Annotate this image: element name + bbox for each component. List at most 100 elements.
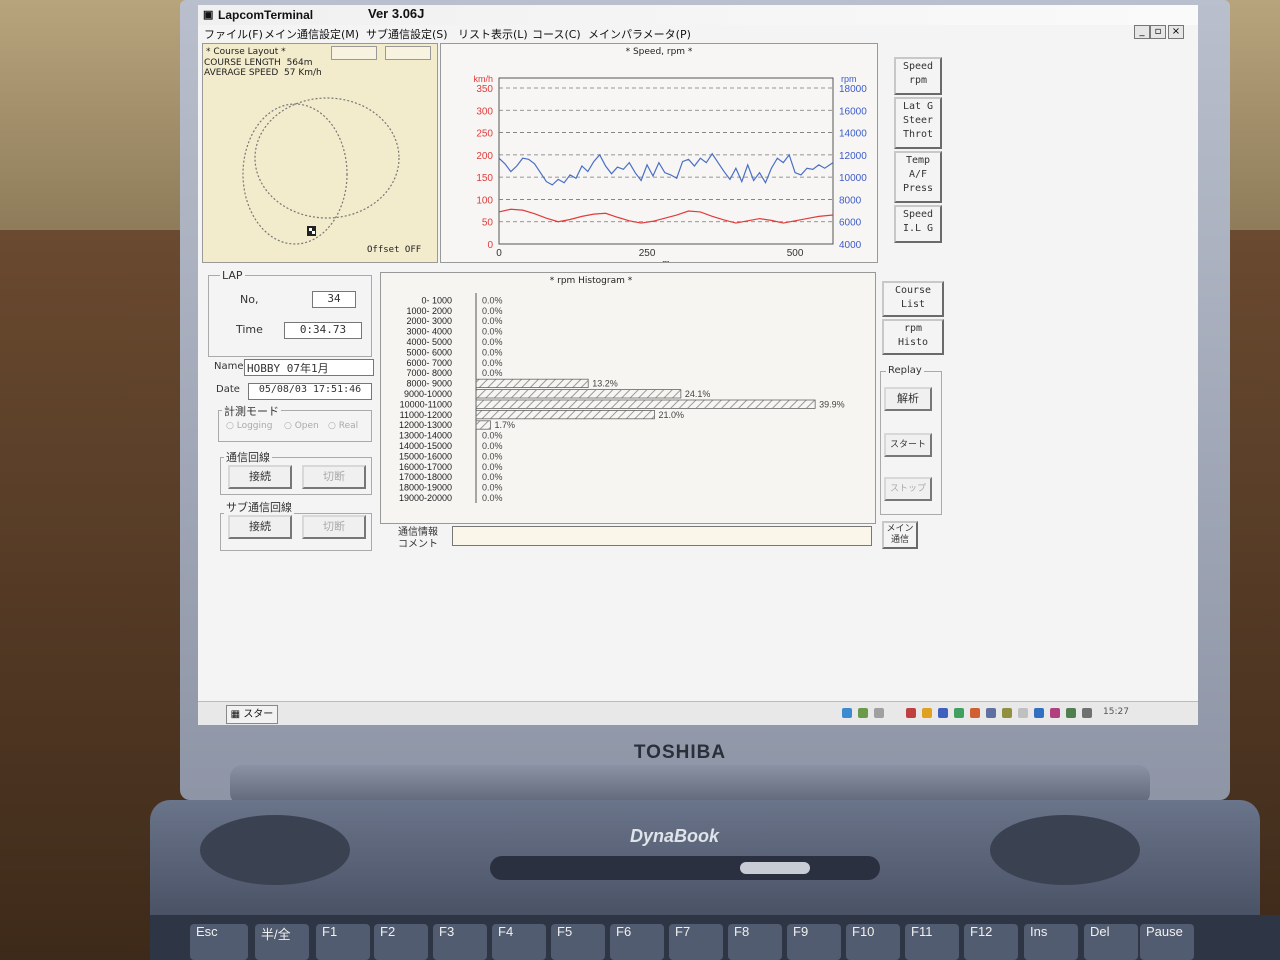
key-8[interactable]: F6 [610,924,664,960]
settings-tray-icon[interactable] [874,708,884,718]
replay-stop-button[interactable]: ストップ [884,477,932,501]
y-right-tick-label: 18000 [839,84,867,95]
close-button[interactable]: × [1168,25,1184,39]
hist-value-label: 0.0% [482,472,503,482]
key-7[interactable]: F5 [551,924,605,960]
hist-value-label: 0.0% [482,347,503,357]
key-9[interactable]: F7 [669,924,723,960]
replay-title: Replay [886,365,924,376]
hist-value-label: 0.0% [482,451,503,461]
rpm-histo-button[interactable]: rpm Histo [882,319,944,355]
menu-bar: ファイル(F) メイン通信設定(M) サブ通信設定(S) リスト表示(L) コー… [198,25,1138,41]
app-tray-icon[interactable] [858,708,868,718]
name-label: Name [214,361,244,372]
hist-category-label: 7000- 8000 [406,368,452,378]
speed-rpm-chart: 0 50 100 150 200 250 300 350 4000 6000 8000 10000 12… [473,74,867,262]
key-11[interactable]: F9 [787,924,841,960]
key-4[interactable]: F2 [374,924,428,960]
name-field[interactable]: HOBBY 07年1月 [244,359,374,376]
temp-af-press-button[interactable]: Temp A/F Press [894,151,942,203]
course-trace-inner [254,97,400,219]
y-right-axis-label: rpm [841,74,857,84]
y-right-tick-label: 14000 [839,129,867,140]
hist-value-label: 21.0% [659,410,685,420]
hist-value-label: 0.0% [482,462,503,472]
menu-main-params[interactable]: メインパラメータ(P) [588,26,691,42]
network-tray-icon[interactable] [842,708,852,718]
comm-line-title: 通信回線 [224,449,272,465]
hist-category-label: 6000- 7000 [406,358,452,368]
hist-category-label: 19000-20000 [399,493,452,503]
hist-category-label: 5000- 6000 [406,347,452,357]
sub-comm-line-title: サブ通信回線 [224,499,294,515]
speed-rpm-button[interactable]: Speed rpm [894,57,942,95]
usb-tray-icon[interactable] [1002,708,1012,718]
taskbar: ▦ スタート 15:27 [198,701,1198,725]
menu-course[interactable]: コース(C) [532,26,581,42]
pen-tray-icon[interactable] [922,708,932,718]
key-2[interactable]: 半/全 [255,924,309,960]
battery-tray-icon[interactable] [954,708,964,718]
x-tick-label: 500 [787,248,804,259]
hist-category-label: 9000-10000 [404,389,452,399]
replay-start-button[interactable]: スタート [884,433,932,457]
y-left-tick-label: 250 [476,129,493,140]
hist-category-label: 0- 1000 [421,295,452,305]
menu-list[interactable]: リスト表示(L) [458,26,528,42]
analyze-button[interactable]: 解析 [884,387,932,411]
menu-sub-comm[interactable]: サブ通信設定(S) [366,26,448,42]
maximize-button[interactable]: ▫ [1150,25,1166,39]
hist-category-label: 18000-19000 [399,483,452,493]
disconnect-button[interactable]: 切断 [302,465,366,489]
globe-tray-icon[interactable] [1034,708,1044,718]
lap-group [208,275,372,357]
x-tick-label: 0 [496,248,502,259]
main-comm-button[interactable]: メイン 通信 [882,521,918,549]
y-right-tick-label: 6000 [839,218,862,229]
latg-steer-throt-button[interactable]: Lat G Steer Throt [894,97,942,149]
ime-tray-icon[interactable] [986,708,996,718]
sound-tray-icon[interactable] [970,708,980,718]
power-tray-icon[interactable] [1082,708,1092,718]
y-left-tick-label: 150 [476,173,493,184]
menu-main-comm[interactable]: メイン通信設定(M) [264,26,359,42]
connect-button[interactable]: 接続 [228,465,292,489]
start-button[interactable]: ▦ スタート [226,705,278,724]
key-5[interactable]: F3 [433,924,487,960]
printer-tray-icon[interactable] [1050,708,1060,718]
hist-bar [475,378,589,388]
menu-file[interactable]: ファイル(F) [204,26,263,42]
key-6[interactable]: F4 [492,924,546,960]
sub-disconnect-button[interactable]: 切断 [302,515,366,539]
tool-tray-icon[interactable] [906,708,916,718]
key-17[interactable]: Pause [1140,924,1194,960]
mode-real-radio[interactable]: ○ Real [328,421,358,431]
key-10[interactable]: F8 [728,924,782,960]
monitor-tray-icon[interactable] [938,708,948,718]
hist-value-label: 0.0% [482,493,503,503]
hist-category-label: 4000- 5000 [406,337,452,347]
key-3[interactable]: F1 [316,924,370,960]
mode-open-radio[interactable]: ○ Open [284,421,319,431]
volume-tray-icon[interactable] [1066,708,1076,718]
sub-connect-button[interactable]: 接続 [228,515,292,539]
misc-tray-icon[interactable] [1018,708,1028,718]
mode-logging-radio[interactable]: ○ Logging [226,421,272,431]
hist-value-label: 0.0% [482,483,503,493]
y-right-tick-label: 8000 [839,195,862,206]
key-14[interactable]: F12 [964,924,1018,960]
comm-info-field[interactable] [452,526,872,546]
key-13[interactable]: F11 [905,924,959,960]
key-12[interactable]: F10 [846,924,900,960]
hist-value-label: 0.0% [482,431,503,441]
dynabook-logo: DynaBook [630,826,720,846]
key-16[interactable]: Del [1084,924,1138,960]
key-15[interactable]: Ins [1024,924,1078,960]
power-button[interactable] [740,862,810,874]
hist-bar [475,399,816,409]
speed-ilg-button[interactable]: Speed I.L G [894,205,942,243]
rpm-histogram-chart: 0- 1000 0.0% 1000- 2000 0.0% 2000- 3000 0.0% 3… [399,293,845,503]
course-list-button[interactable]: Course List [882,281,944,317]
course-layout-panel: * Course Layout * COURSE LENGTH 564m AVE… [202,43,438,263]
key-1[interactable]: Esc [190,924,248,960]
